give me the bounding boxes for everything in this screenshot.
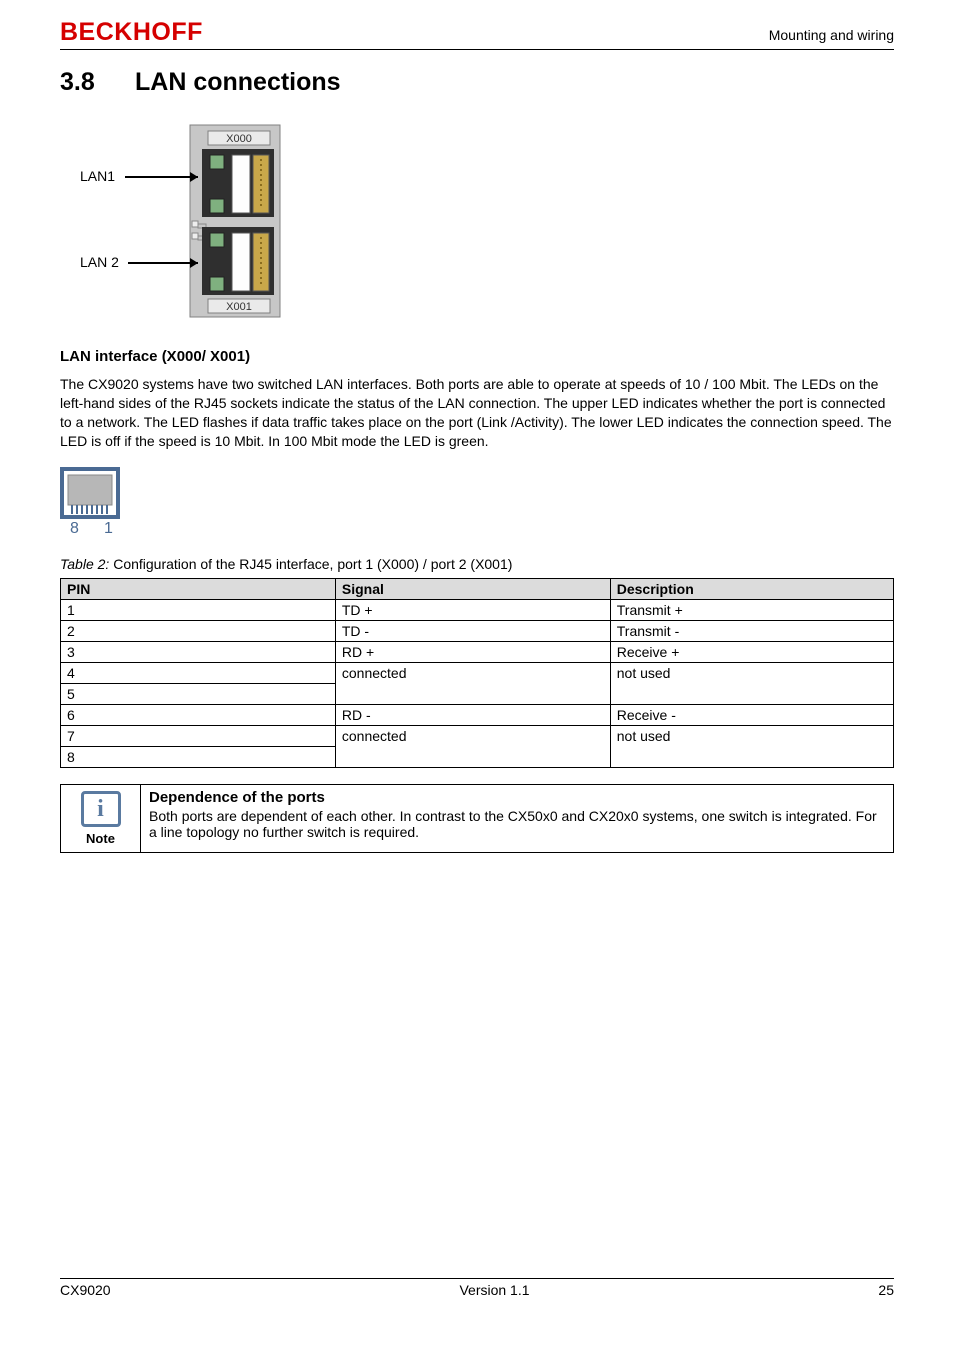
- table-cell: TD +: [335, 599, 610, 620]
- svg-text:X000: X000: [226, 133, 252, 145]
- table-cell: 4: [61, 662, 336, 683]
- section-title-text: LAN connections: [135, 68, 341, 96]
- table-header-pin: PIN: [61, 578, 336, 599]
- table-header-signal: Signal: [335, 578, 610, 599]
- table-cell: RD +: [335, 641, 610, 662]
- table-cell: connected: [335, 725, 610, 767]
- lan-ports-figure: X000 X001 LAN1: [80, 115, 894, 330]
- info-icon: i: [81, 791, 121, 827]
- table-cell: 1: [61, 599, 336, 620]
- note-box: i Note Dependence of the ports Both port…: [60, 784, 894, 853]
- table-cell: not used: [610, 662, 893, 704]
- brand-logo: BECKHOFF: [60, 18, 203, 47]
- pin-signal-table: PIN Signal Description 1 TD + Transmit +…: [60, 578, 894, 768]
- table-caption-text: Configuration of the RJ45 interface, por…: [109, 556, 512, 572]
- section-number: 3.8: [60, 68, 135, 97]
- table-caption-prefix: Table 2:: [60, 556, 109, 572]
- note-title: Dependence of the ports: [149, 789, 885, 806]
- table-cell: 6: [61, 704, 336, 725]
- table-cell: 5: [61, 683, 336, 704]
- svg-text:X001: X001: [226, 301, 252, 313]
- table-cell: 3: [61, 641, 336, 662]
- page-footer: CX9020 Version 1.1 25: [60, 1278, 894, 1298]
- header-section-name: Mounting and wiring: [769, 27, 894, 43]
- table-cell: 8: [61, 746, 336, 767]
- table-cell: Receive -: [610, 704, 893, 725]
- svg-text:LAN1: LAN1: [80, 168, 115, 184]
- table-cell: not used: [610, 725, 893, 767]
- note-body: Both ports are dependent of each other. …: [149, 808, 885, 840]
- note-label: Note: [67, 831, 134, 846]
- body-paragraph: The CX9020 systems have two switched LAN…: [60, 375, 894, 451]
- table-cell: RD -: [335, 704, 610, 725]
- table-cell: connected: [335, 662, 610, 704]
- svg-text:1: 1: [104, 520, 113, 537]
- table-cell: Receive +: [610, 641, 893, 662]
- lan-interface-subheading: LAN interface (X000/ X001): [60, 348, 894, 365]
- footer-left: CX9020: [60, 1282, 111, 1298]
- footer-right: 25: [878, 1282, 894, 1298]
- table-header-description: Description: [610, 578, 893, 599]
- table-cell: 7: [61, 725, 336, 746]
- svg-text:8: 8: [70, 520, 79, 537]
- rj45-pinout-figure: 8 1: [60, 467, 894, 542]
- table-cell: TD -: [335, 620, 610, 641]
- table-cell: 2: [61, 620, 336, 641]
- section-heading: 3.8LAN connections: [60, 68, 894, 97]
- page-header: BECKHOFF Mounting and wiring: [60, 18, 894, 50]
- footer-center: Version 1.1: [459, 1282, 529, 1298]
- svg-text:LAN 2: LAN 2: [80, 254, 119, 270]
- table-cell: Transmit -: [610, 620, 893, 641]
- table-cell: Transmit +: [610, 599, 893, 620]
- table-caption: Table 2: Configuration of the RJ45 inter…: [60, 556, 894, 572]
